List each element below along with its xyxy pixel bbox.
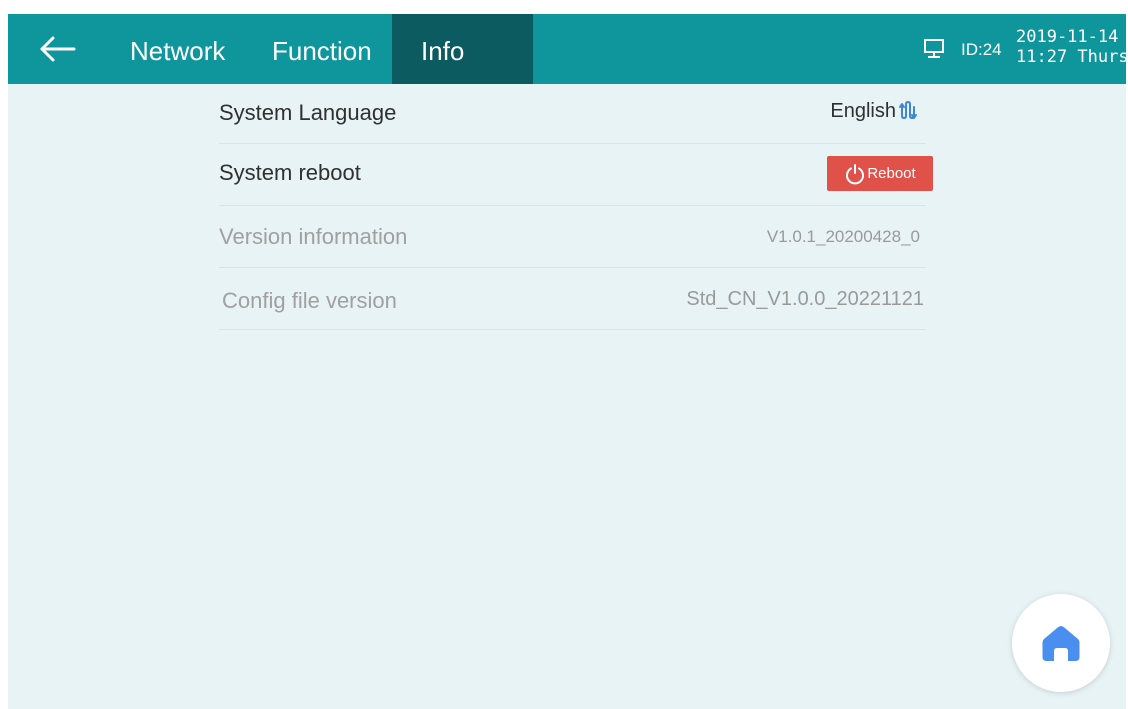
config-version-value: Std_CN_V1.0.0_20221121 — [686, 288, 924, 310]
config-version-row: Config file version Std_CN_V1.0.0_202211… — [219, 268, 926, 330]
language-selector[interactable]: English — [830, 100, 920, 123]
version-info-row: Version information V1.0.1_20200428_0 — [219, 206, 926, 268]
system-reboot-label: System reboot — [219, 160, 361, 185]
home-button[interactable] — [1012, 594, 1110, 692]
system-language-label: System Language — [219, 100, 397, 125]
top-bar: Network Function Info ID:24 2019-11-14 1… — [8, 14, 1126, 84]
power-icon — [846, 163, 865, 184]
reboot-button[interactable]: Reboot — [827, 156, 933, 191]
monitor-icon — [924, 39, 944, 58]
switch-icon — [899, 100, 917, 119]
date-time: 2019-11-14 11:27 Thurs — [1016, 27, 1126, 67]
date-text: 2019-11-14 — [1016, 27, 1119, 47]
system-language-row: System Language English — [219, 84, 926, 144]
device-id: ID:24 — [961, 40, 1002, 59]
time-day-text: 11:27 Thurs — [1016, 47, 1126, 67]
tab-network[interactable]: Network — [130, 14, 225, 84]
back-button[interactable] — [36, 31, 80, 67]
config-version-label: Config file version — [222, 288, 397, 313]
tab-info[interactable]: Info — [392, 14, 533, 84]
home-icon — [1042, 626, 1080, 661]
reboot-button-label: Reboot — [867, 165, 916, 182]
tab-function[interactable]: Function — [272, 14, 372, 84]
language-value: English — [830, 100, 896, 122]
version-info-value: V1.0.1_20200428_0 — [766, 227, 920, 246]
system-reboot-row: System reboot Reboot — [219, 144, 933, 206]
arrow-left-icon — [40, 36, 76, 62]
app-screen: Network Function Info ID:24 2019-11-14 1… — [8, 14, 1126, 709]
version-info-label: Version information — [219, 224, 408, 249]
